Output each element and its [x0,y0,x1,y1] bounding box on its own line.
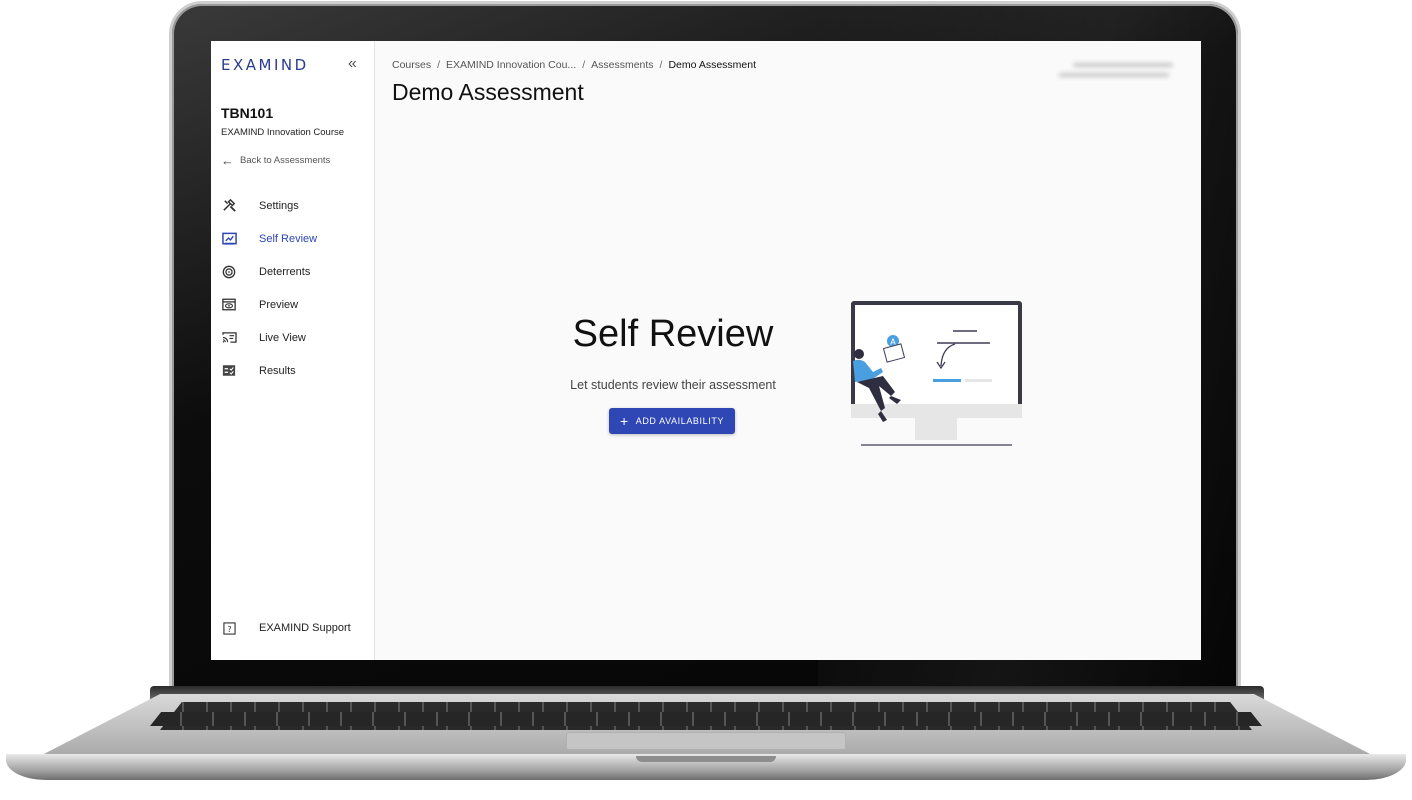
add-availability-button[interactable]: + ADD AVAILABILITY [609,408,735,434]
sidebar-item-deterrents[interactable]: Deterrents [211,255,374,288]
sidebar-item-label: Self Review [259,232,318,245]
sidebar-item-self-review[interactable]: Self Review [211,222,374,255]
laptop-keys-row [150,712,1262,726]
breadcrumb-current: Demo Assessment [668,59,757,71]
examind-logo[interactable]: EXAMIND [221,56,309,74]
checklist-icon [221,363,237,379]
sidebar-item-results[interactable]: Results [211,354,374,387]
sidebar-item-label: Settings [259,199,299,212]
main-content: Courses / EXAMIND Innovation Cou... / As… [375,41,1201,660]
sidebar-item-label: Live View [259,331,306,344]
breadcrumb-course[interactable]: EXAMIND Innovation Cou... [446,59,576,71]
sidebar: EXAMIND « TBN101 EXAMIND Innovation Cour… [211,41,375,660]
app-screen: EXAMIND « TBN101 EXAMIND Innovation Cour… [211,41,1201,660]
course-code: TBN101 [221,105,274,121]
self-review-illustration: A [851,301,1022,446]
page-title: Demo Assessment [392,79,584,105]
tools-icon [221,198,237,214]
self-review-icon [221,231,237,247]
eye-window-icon [221,297,237,313]
breadcrumb-separator: / [437,59,441,71]
logo-text: EXAMIND [221,56,309,74]
breadcrumb-separator: / [582,59,586,71]
user-menu-blurred[interactable] [1059,57,1179,89]
breadcrumb: Courses / EXAMIND Innovation Cou... / As… [392,59,756,71]
arrow-left-icon: ← [221,153,234,168]
examind-support-link[interactable]: ? EXAMIND Support [211,613,374,643]
sidebar-item-preview[interactable]: Preview [211,288,374,321]
plus-icon: + [619,413,629,429]
back-to-assessments-link[interactable]: ← Back to Assessments [221,153,330,168]
breadcrumb-courses[interactable]: Courses [392,59,431,71]
breadcrumb-assessments[interactable]: Assessments [591,59,653,71]
sidebar-item-label: Preview [259,298,299,311]
sidebar-item-settings[interactable]: Settings [211,189,374,222]
collapse-sidebar-button[interactable]: « [348,55,357,73]
laptop-notch [636,756,776,762]
support-label: EXAMIND Support [259,622,351,634]
double-chevron-left-icon: « [348,55,357,72]
help-icon: ? [221,620,237,636]
target-icon [221,264,237,280]
add-availability-label: ADD AVAILABILITY [635,416,725,426]
sidebar-item-label: Deterrents [259,265,311,278]
laptop-trackpad [566,732,846,750]
sidebar-nav: Settings Self Review Deterrents Preview [211,189,374,387]
sidebar-item-live-view[interactable]: Live View [211,321,374,354]
cast-icon [221,330,237,346]
course-name: EXAMIND Innovation Course [221,127,345,138]
svg-text:?: ? [227,623,231,633]
back-label: Back to Assessments [240,155,331,166]
sidebar-item-label: Results [259,364,296,377]
breadcrumb-separator: / [659,59,663,71]
